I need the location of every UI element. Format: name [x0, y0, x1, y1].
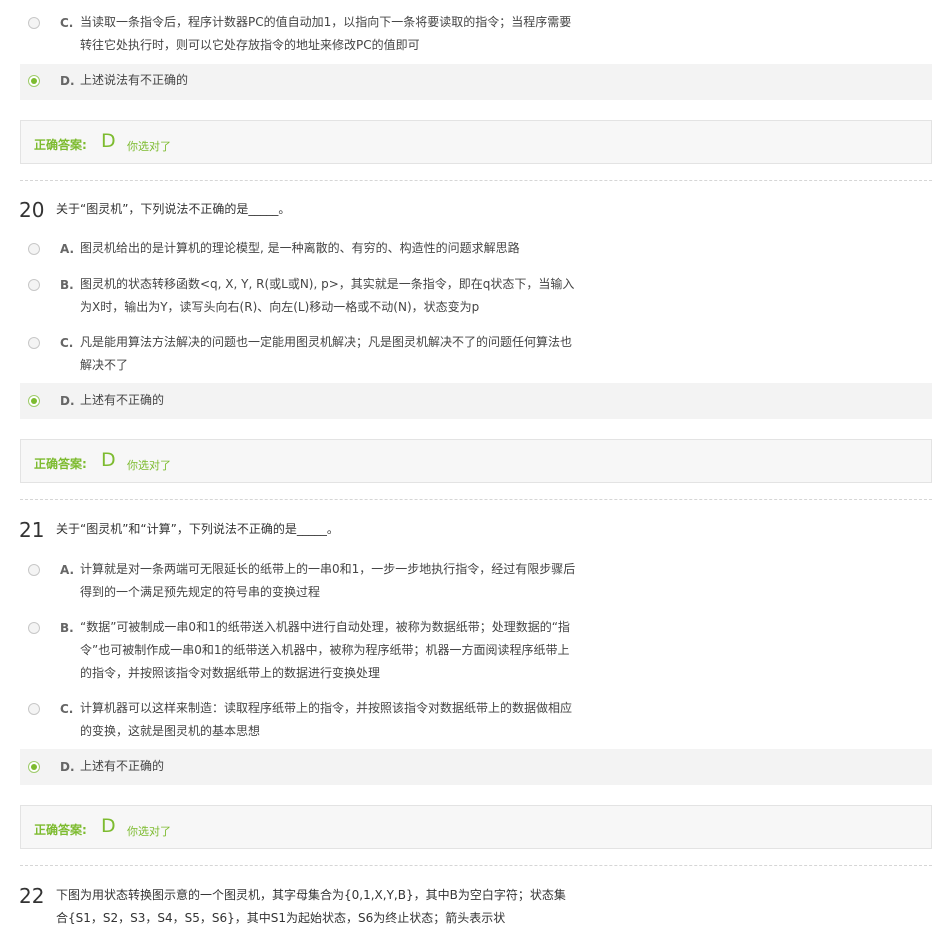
- option-letter: C.: [60, 16, 74, 30]
- option-letter: B.: [60, 278, 74, 292]
- correct-answer-letter: D: [101, 130, 116, 152]
- option-letter: B.: [60, 621, 74, 635]
- option-text: 上述说法有不正确的: [80, 73, 189, 87]
- option-text: 计算就是对一条两端可无限延长的纸带上的一串0和1，一步一步地执行指令，经过有限步…: [80, 562, 576, 599]
- q21-correct-answer-box: 正确答案: D 你选对了: [20, 805, 932, 849]
- radio-button-selected[interactable]: [28, 395, 40, 407]
- option-letter: D.: [60, 394, 75, 408]
- q19-correct-answer-box: 正确答案: D 你选对了: [20, 120, 932, 164]
- q20-option-b[interactable]: B. 图灵机的状态转移函数<q, X, Y, R(或L或N), p>，其实就是一…: [20, 270, 932, 322]
- radio-button[interactable]: [28, 337, 40, 349]
- radio-button[interactable]: [28, 243, 40, 255]
- option-letter: D.: [60, 760, 75, 774]
- question-text: 关于“图灵机”和“计算”，下列说法不正确的是_____。: [56, 522, 339, 536]
- answer-feedback: 你选对了: [127, 825, 171, 838]
- q21-option-b[interactable]: B. “数据”可被制成一串0和1的纸带送入机器中进行自动处理，被称为数据纸带；处…: [20, 614, 932, 689]
- radio-button-selected[interactable]: [28, 761, 40, 773]
- question-number: 21: [19, 518, 45, 542]
- option-text: 图灵机给出的是计算机的理论模型, 是一种离散的、有穷的、构造性的问题求解思路: [80, 241, 520, 255]
- correct-answer-label: 正确答案:: [34, 823, 87, 837]
- radio-button[interactable]: [28, 564, 40, 576]
- q20-option-c[interactable]: C. 凡是能用算法方法解决的问题也一定能用图灵机解决；凡是图灵机解决不了的问题任…: [20, 329, 932, 381]
- question-divider: [20, 865, 932, 866]
- option-text: 凡是能用算法方法解决的问题也一定能用图灵机解决；凡是图灵机解决不了的问题任何算法…: [80, 335, 573, 372]
- option-letter: D.: [60, 74, 75, 88]
- q20-option-d[interactable]: D. 上述有不正确的: [20, 383, 932, 419]
- correct-answer-label: 正确答案:: [34, 138, 87, 152]
- q21-option-a[interactable]: A. 计算就是对一条两端可无限延长的纸带上的一串0和1，一步一步地执行指令，经过…: [20, 556, 932, 608]
- q19-option-d[interactable]: D. 上述说法有不正确的: [20, 64, 932, 100]
- radio-button[interactable]: [28, 279, 40, 291]
- option-text: 当读取一条指令后，程序计数器PC的值自动加1，以指向下一条将要读取的指令；当程序…: [80, 15, 572, 52]
- question-divider: [20, 180, 932, 181]
- question-number: 22: [19, 884, 45, 908]
- option-text: 上述有不正确的: [80, 759, 165, 773]
- radio-button[interactable]: [28, 703, 40, 715]
- q19-option-c[interactable]: C. 当读取一条指令后，程序计数器PC的值自动加1，以指向下一条将要读取的指令；…: [20, 8, 932, 62]
- option-text: 上述有不正确的: [80, 393, 165, 407]
- option-letter: A.: [60, 242, 75, 256]
- option-letter: C.: [60, 702, 74, 716]
- question-divider: [20, 499, 932, 500]
- question-text: 下图为用状态转换图示意的一个图灵机，其字母集合为{0,1,X,Y,B}，其中B为…: [56, 888, 566, 925]
- radio-button[interactable]: [28, 622, 40, 634]
- answer-feedback: 你选对了: [127, 459, 171, 472]
- radio-button-selected[interactable]: [28, 75, 40, 87]
- q21-option-d[interactable]: D. 上述有不正确的: [20, 749, 932, 785]
- question-number: 20: [19, 198, 45, 222]
- correct-answer-letter: D: [101, 449, 116, 471]
- q20-option-a[interactable]: A. 图灵机给出的是计算机的理论模型, 是一种离散的、有穷的、构造性的问题求解思…: [20, 236, 932, 264]
- option-text: 计算机器可以这样来制造：读取程序纸带上的指令，并按照该指令对数据纸带上的数据做相…: [80, 701, 573, 738]
- option-text: 图灵机的状态转移函数<q, X, Y, R(或L或N), p>，其实就是一条指令…: [80, 277, 575, 314]
- option-letter: A.: [60, 563, 75, 577]
- correct-answer-letter: D: [101, 815, 116, 837]
- answer-feedback: 你选对了: [127, 140, 171, 153]
- q20-correct-answer-box: 正确答案: D 你选对了: [20, 439, 932, 483]
- radio-button[interactable]: [28, 17, 40, 29]
- q21-option-c[interactable]: C. 计算机器可以这样来制造：读取程序纸带上的指令，并按照该指令对数据纸带上的数…: [20, 695, 932, 747]
- correct-answer-label: 正确答案:: [34, 457, 87, 471]
- option-letter: C.: [60, 336, 74, 350]
- question-text: 关于“图灵机”，下列说法不正确的是_____。: [56, 202, 291, 216]
- option-text: “数据”可被制成一串0和1的纸带送入机器中进行自动处理，被称为数据纸带；处理数据…: [80, 620, 570, 680]
- quiz-review-page: C. 当读取一条指令后，程序计数器PC的值自动加1，以指向下一条将要读取的指令；…: [0, 0, 950, 925]
